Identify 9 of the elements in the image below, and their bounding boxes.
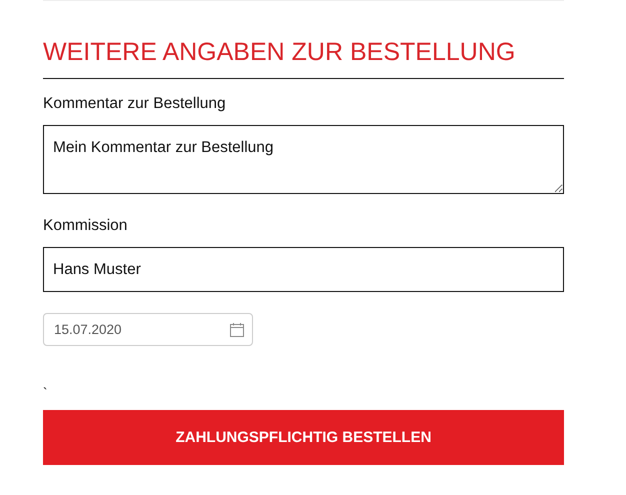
calendar-icon[interactable] <box>230 322 244 336</box>
section-title: WEITERE ANGABEN ZUR BESTELLUNG <box>43 37 516 67</box>
field-label: Kommission <box>43 216 128 236</box>
commission-field[interactable]: Hans Muster <box>43 247 564 292</box>
field-label: Kommentar zur Bestellung <box>43 94 226 114</box>
order-button[interactable]: ZAHLUNGSPFLICHTIG BESTELLEN <box>43 410 564 465</box>
date-field[interactable]: 15.07.2020 <box>43 313 253 346</box>
comment-field[interactable]: Mein Kommentar zur Bestellung <box>43 125 564 194</box>
stray-mark: ` <box>43 386 48 400</box>
